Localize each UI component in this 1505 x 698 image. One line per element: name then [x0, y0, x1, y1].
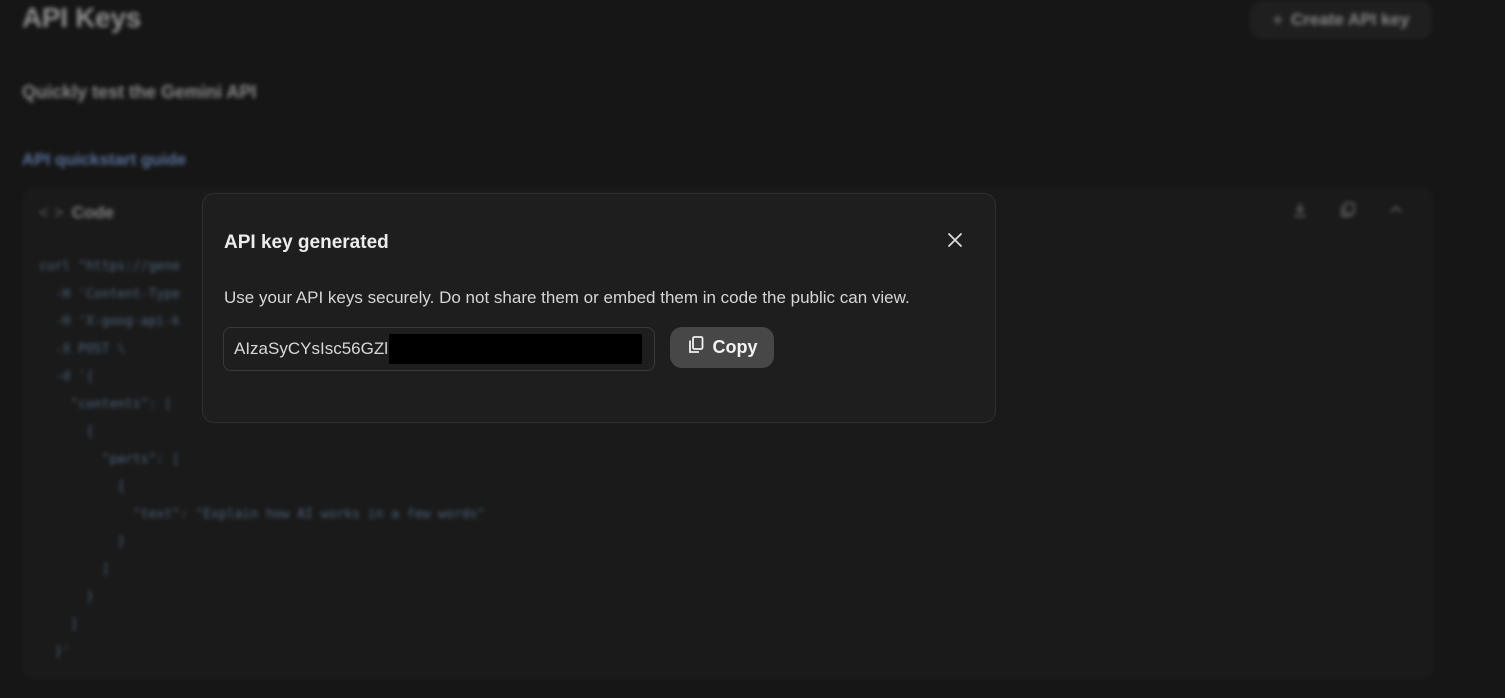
api-key-dialog: API key generated Use your API keys secu… [202, 193, 996, 423]
api-key-redaction [389, 334, 642, 364]
api-key-value: AIzaSyCYsIsc56GZl [234, 339, 388, 358]
page: API Keys + Create API key Quickly test t… [0, 0, 1505, 698]
copy-button[interactable]: Copy [670, 327, 774, 368]
close-icon [947, 232, 963, 253]
dialog-title: API key generated [224, 232, 389, 253]
close-dialog-button[interactable] [941, 228, 969, 256]
copy-button-label: Copy [712, 337, 758, 357]
dialog-description: Use your API keys securely. Do not share… [224, 288, 910, 307]
api-key-field[interactable]: AIzaSyCYsIsc56GZl [223, 327, 655, 371]
copy-icon [687, 335, 705, 360]
